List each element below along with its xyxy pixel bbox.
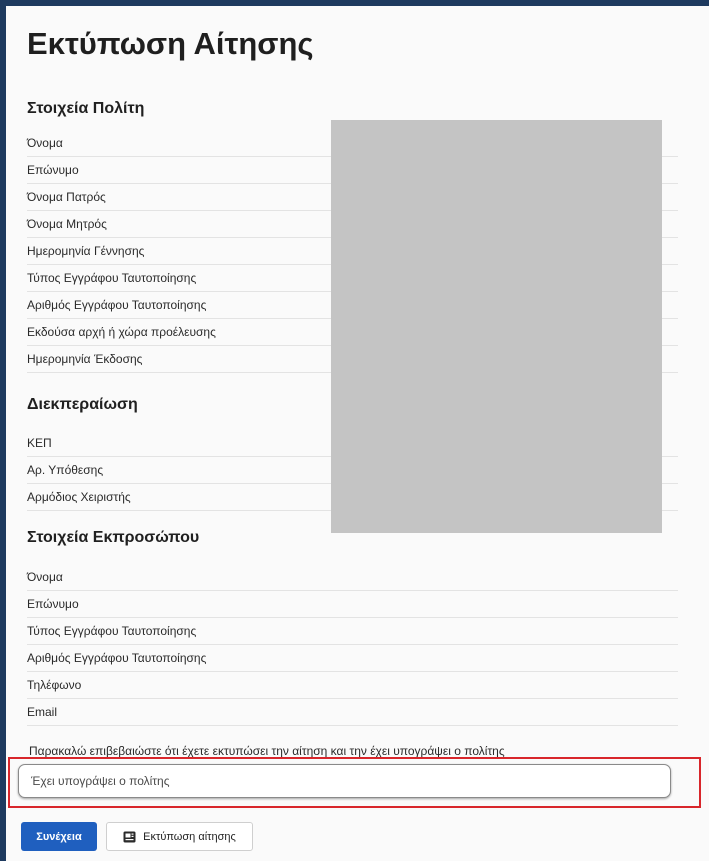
field-label: Ημερομηνία Έκδοσης xyxy=(27,352,143,366)
field-label: Επώνυμο xyxy=(27,597,79,611)
field-row: Αριθμός Εγγράφου Ταυτοποίησης xyxy=(27,645,678,672)
representative-fields: Όνομα Επώνυμο Τύπος Εγγράφου Ταυτοποίηση… xyxy=(27,564,678,726)
field-row: Τύπος Εγγράφου Ταυτοποίησης xyxy=(27,618,678,645)
print-application-label: Εκτύπωση αίτησης xyxy=(143,830,236,843)
print-icon xyxy=(123,831,136,843)
field-label: Αριθμός Εγγράφου Ταυτοποίησης xyxy=(27,651,207,665)
field-label: ΚΕΠ xyxy=(27,436,52,450)
field-label: Αρ. Υπόθεσης xyxy=(27,463,104,477)
field-label: Όνομα Μητρός xyxy=(27,217,107,231)
print-application-page: Εκτύπωση Αίτησης Στοιχεία Πολίτη Όνομα Ε… xyxy=(6,6,709,861)
field-label: Αριθμός Εγγράφου Ταυτοποίησης xyxy=(27,298,207,312)
signature-confirmation-instruction: Παρακαλώ επιβεβαιώστε ότι έχετε εκτυπώσε… xyxy=(29,744,505,758)
field-label: Επώνυμο xyxy=(27,163,79,177)
field-label: Email xyxy=(27,705,58,719)
field-row: Όνομα xyxy=(27,564,678,591)
field-label: Εκδούσα αρχή ή χώρα προέλευσης xyxy=(27,325,216,339)
citizen-section-title: Στοιχεία Πολίτη xyxy=(27,100,145,117)
print-application-button[interactable]: Εκτύπωση αίτησης xyxy=(106,822,253,851)
field-label: Όνομα Πατρός xyxy=(27,190,106,204)
field-row: Email xyxy=(27,699,678,726)
field-label: Ημερομηνία Γέννησης xyxy=(27,244,145,258)
field-label: Τύπος Εγγράφου Ταυτοποίησης xyxy=(27,271,197,285)
processing-section-title: Διεκπεραίωση xyxy=(27,396,138,413)
field-row: Τηλέφωνο xyxy=(27,672,678,699)
field-label: Όνομα xyxy=(27,570,63,584)
field-label: Τηλέφωνο xyxy=(27,678,82,692)
representative-section-title: Στοιχεία Εκπροσώπου xyxy=(27,529,200,546)
field-label: Όνομα xyxy=(27,136,63,150)
redacted-values-block xyxy=(331,120,662,533)
field-label: Τύπος Εγγράφου Ταυτοποίησης xyxy=(27,624,197,638)
field-row: Επώνυμο xyxy=(27,591,678,618)
citizen-signed-confirmation-input[interactable] xyxy=(18,764,671,798)
page-title: Εκτύπωση Αίτησης xyxy=(27,26,314,61)
continue-button[interactable]: Συνέχεια xyxy=(21,822,97,851)
field-label: Αρμόδιος Χειριστής xyxy=(27,490,131,504)
